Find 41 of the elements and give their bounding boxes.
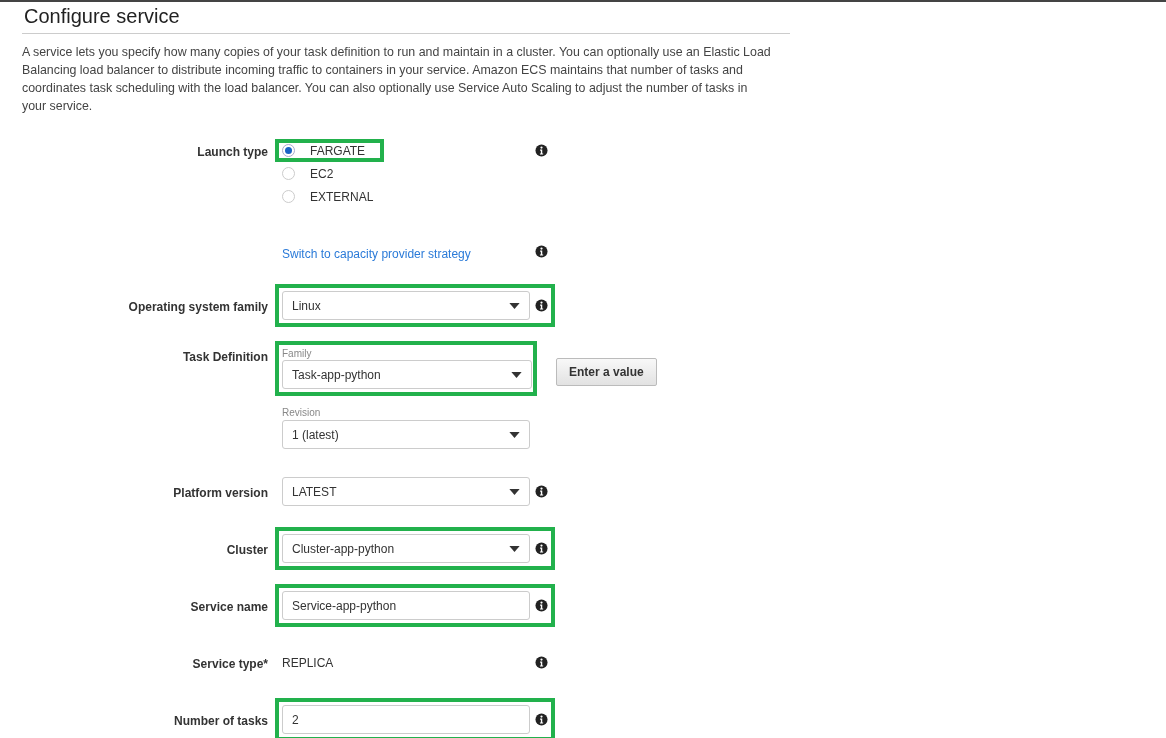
radio-label[interactable]: EXTERNAL xyxy=(310,189,374,204)
info-icon[interactable] xyxy=(535,599,548,612)
field-label: Task Definition xyxy=(182,350,268,364)
field-label: Number of tasks xyxy=(173,714,268,728)
enter-value-button[interactable]: Enter a value xyxy=(556,357,657,386)
caret-icon xyxy=(511,371,522,378)
caret-icon xyxy=(509,302,520,309)
info-icon[interactable] xyxy=(535,245,548,258)
dropdown-select[interactable]: LATEST xyxy=(282,477,530,506)
field-label: Service name xyxy=(190,600,268,614)
field-label: Launch type xyxy=(197,145,268,159)
info-icon[interactable] xyxy=(535,713,548,726)
radio-button[interactable] xyxy=(282,190,295,203)
dropdown-select[interactable]: Linux xyxy=(282,291,530,320)
field-value: REPLICA xyxy=(282,656,334,670)
description-text: A service lets you specify how many copies of your task definition to run and maintain in a cluster. You can optionally use an Elastic Load Balancing load balancer to distribute incoming traffic to containers in your service. Amazon ECS maintains that number of tasks and coordinates task scheduling with the load balancer. You can also optionally use Service Auto Scaling to adjust the number of tasks in your service. xyxy=(22,44,772,115)
field-label: Platform version xyxy=(173,486,268,500)
info-icon[interactable] xyxy=(535,144,548,157)
dropdown-select[interactable]: Task-app-python xyxy=(282,360,532,389)
info-icon[interactable] xyxy=(535,485,548,498)
section-title: Configure service xyxy=(22,5,790,34)
dropdown-select[interactable]: Cluster-app-python xyxy=(282,534,530,563)
info-icon[interactable] xyxy=(535,542,548,555)
capacity-strategy-link[interactable]: Switch to capacity provider strategy xyxy=(282,247,471,261)
caret-icon xyxy=(509,431,520,438)
caret-icon xyxy=(509,488,520,495)
caret-icon xyxy=(509,545,520,552)
radio-label[interactable]: FARGATE xyxy=(310,143,366,158)
radio-label[interactable]: EC2 xyxy=(310,166,334,181)
info-icon[interactable] xyxy=(535,656,548,669)
text-input-field[interactable]: 2 xyxy=(282,705,530,734)
dropdown-select[interactable]: 1 (latest) xyxy=(282,420,530,449)
info-icon[interactable] xyxy=(535,299,548,312)
radio-button[interactable] xyxy=(282,144,295,157)
field-label: Service type* xyxy=(192,657,268,671)
field-label: Operating system family xyxy=(128,300,268,314)
family-label: Family xyxy=(282,348,313,360)
revision-label: Revision xyxy=(282,407,322,419)
text-input-field[interactable]: Service-app-python xyxy=(282,591,530,620)
radio-button[interactable] xyxy=(282,167,295,180)
field-label: Cluster xyxy=(226,543,268,557)
